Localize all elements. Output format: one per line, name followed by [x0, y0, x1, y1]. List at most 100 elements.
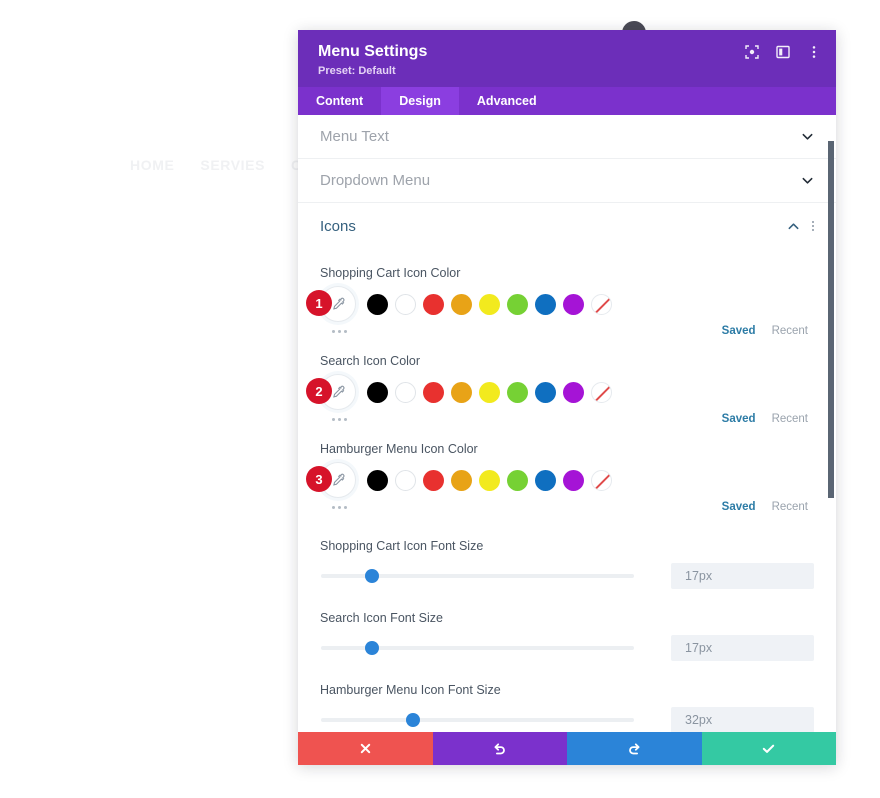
section-controls — [787, 220, 814, 233]
swatch-red[interactable] — [423, 293, 444, 315]
saved-tab[interactable]: Saved — [722, 325, 756, 337]
panel-scrollbar-thumb[interactable] — [828, 141, 834, 498]
color-field-shopping-cart: 1 — [306, 286, 814, 322]
more-colors-icon[interactable] — [320, 329, 347, 333]
icons-settings-panel: Shopping Cart Icon Color 1 Saved Recent … — [298, 249, 836, 732]
slider-value-search-font-size[interactable]: 17px — [671, 635, 814, 661]
slider-shopping-cart-font-size[interactable] — [321, 569, 634, 583]
modal-footer — [298, 732, 836, 765]
swatch-white[interactable] — [395, 469, 416, 491]
swatch-red[interactable] — [423, 381, 444, 403]
swatch-none[interactable] — [591, 381, 612, 403]
check-icon — [761, 741, 776, 756]
chevron-down-icon[interactable] — [801, 174, 814, 187]
tab-content[interactable]: Content — [298, 87, 381, 115]
recent-tab[interactable]: Recent — [772, 501, 808, 513]
swatch-black[interactable] — [367, 381, 388, 403]
field-label-shopping-cart-color: Shopping Cart Icon Color — [320, 266, 461, 280]
slider-row-hamburger-font-size: 32px — [320, 707, 814, 732]
color-swatch-list — [367, 469, 612, 491]
redo-button[interactable] — [567, 732, 702, 765]
menu-settings-modal: Menu Settings Preset: Default Content De… — [298, 30, 836, 765]
field-label-search-font-size: Search Icon Font Size — [320, 611, 443, 625]
slider-value-shopping-cart-font-size[interactable]: 17px — [671, 563, 814, 589]
swatch-purple[interactable] — [563, 381, 584, 403]
layout-panel-icon[interactable] — [775, 44, 791, 60]
swatch-orange[interactable] — [451, 469, 472, 491]
color-field-footer: Saved Recent — [320, 499, 814, 515]
slider-thumb[interactable] — [364, 641, 379, 655]
swatch-green[interactable] — [507, 381, 528, 403]
section-dropdown-menu[interactable]: Dropdown Menu — [298, 159, 836, 203]
color-field-hamburger: 3 — [306, 462, 814, 498]
recent-tab[interactable]: Recent — [772, 325, 808, 337]
swatch-orange[interactable] — [451, 293, 472, 315]
section-title: Icons — [320, 217, 356, 235]
swatch-none[interactable] — [591, 469, 612, 491]
panel-scrollbar-track[interactable] — [828, 115, 836, 732]
swatch-blue[interactable] — [535, 381, 556, 403]
bg-nav-item: SERVIES — [200, 157, 266, 173]
swatch-blue[interactable] — [535, 293, 556, 315]
section-more-icon[interactable] — [812, 221, 814, 231]
recent-tab[interactable]: Recent — [772, 413, 808, 425]
slider-search-font-size[interactable] — [321, 641, 634, 655]
saved-tab[interactable]: Saved — [722, 501, 756, 513]
swatch-purple[interactable] — [563, 293, 584, 315]
field-label-hamburger-font-size: Hamburger Menu Icon Font Size — [320, 683, 501, 697]
save-button[interactable] — [701, 732, 836, 765]
undo-icon — [492, 741, 507, 756]
section-menu-text[interactable]: Menu Text — [298, 115, 836, 159]
color-field-search: 2 — [306, 374, 814, 410]
field-label-hamburger-color: Hamburger Menu Icon Color — [320, 442, 478, 456]
swatch-green[interactable] — [507, 469, 528, 491]
more-colors-icon[interactable] — [320, 417, 347, 421]
swatch-black[interactable] — [367, 293, 388, 315]
section-icons[interactable]: Icons — [298, 203, 836, 249]
swatch-orange[interactable] — [451, 381, 472, 403]
chevron-down-icon[interactable] — [801, 130, 814, 143]
field-label-search-color: Search Icon Color — [320, 354, 421, 368]
swatch-white[interactable] — [395, 293, 416, 315]
preset-selector[interactable]: Preset: Default — [318, 65, 816, 77]
swatch-blue[interactable] — [535, 469, 556, 491]
swatch-yellow[interactable] — [479, 381, 500, 403]
step-badge-1: 1 — [306, 290, 332, 316]
step-badge-3: 3 — [306, 466, 332, 492]
page-title: Menu Settings — [318, 43, 428, 60]
swatch-purple[interactable] — [563, 469, 584, 491]
close-icon — [359, 742, 372, 755]
swatch-black[interactable] — [367, 469, 388, 491]
slider-row-search-font-size: 17px — [320, 635, 814, 661]
undo-button[interactable] — [432, 732, 567, 765]
tab-advanced[interactable]: Advanced — [459, 87, 555, 115]
swatch-yellow[interactable] — [479, 469, 500, 491]
more-colors-icon[interactable] — [320, 505, 347, 509]
slider-row-shopping-cart-font-size: 17px — [320, 563, 814, 589]
slider-value-hamburger-font-size[interactable]: 32px — [671, 707, 814, 732]
saved-recent-group: Saved Recent — [722, 325, 814, 337]
page-root: HOME SERVIES CASE STUD Menu Settings Pre… — [0, 0, 880, 798]
tab-design[interactable]: Design — [381, 87, 459, 115]
swatch-yellow[interactable] — [479, 293, 500, 315]
focus-icon[interactable] — [744, 44, 760, 60]
slider-thumb[interactable] — [405, 713, 420, 727]
saved-recent-group: Saved Recent — [722, 413, 814, 425]
modal-tabs: Content Design Advanced — [298, 87, 836, 115]
swatch-red[interactable] — [423, 469, 444, 491]
more-vertical-icon[interactable] — [806, 44, 822, 60]
swatch-green[interactable] — [507, 293, 528, 315]
chevron-up-icon[interactable] — [787, 220, 800, 233]
slider-thumb[interactable] — [364, 569, 379, 583]
header-icon-group — [744, 44, 822, 60]
modal-header: Menu Settings Preset: Default — [298, 30, 836, 87]
saved-tab[interactable]: Saved — [722, 413, 756, 425]
section-title: Menu Text — [320, 128, 389, 145]
slider-hamburger-font-size[interactable] — [321, 713, 634, 727]
step-badge-2: 2 — [306, 378, 332, 404]
cancel-button[interactable] — [298, 732, 433, 765]
swatch-white[interactable] — [395, 381, 416, 403]
swatch-none[interactable] — [591, 293, 612, 315]
color-swatch-list — [367, 293, 612, 315]
modal-body: Menu Text Dropdown Menu Icons Shopping C… — [298, 115, 836, 732]
